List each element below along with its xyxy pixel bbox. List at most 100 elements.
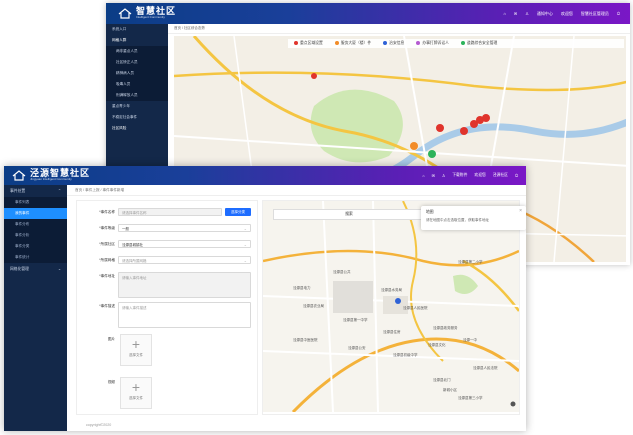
sidebar-subitem[interactable]: 事件统计: [4, 252, 67, 263]
back-header-link-3[interactable]: 智慧社区管理员: [581, 11, 609, 17]
poi-label: 泾源县水务局: [381, 287, 402, 292]
poi-label: 泾源县农业局: [303, 303, 324, 308]
bell-icon[interactable]: ✉: [514, 11, 517, 17]
form-row-community: *所属社区 泾源县城镇社 ⌄: [77, 239, 257, 249]
poi-label: 泾源县电力: [293, 285, 311, 290]
legend-item[interactable]: 重点区域设置: [294, 41, 323, 46]
back-sidebar-subitem[interactable]: 两非重点人员: [106, 46, 168, 57]
community-select[interactable]: 泾源县城镇社 ⌄: [118, 240, 251, 248]
back-sidebar-item[interactable]: 重点青少年: [106, 101, 168, 112]
sidebar-group-label: 网格化管理: [10, 267, 29, 271]
poi-label: 泾源县第三小学: [458, 395, 483, 400]
back-sidebar-subitem[interactable]: 刑满释放人员: [106, 90, 168, 101]
field-label: *事件地址: [99, 274, 115, 278]
poi-label: 泾源县北门: [433, 377, 451, 382]
back-breadcrumb: 首页 / 社区综合态势: [168, 24, 630, 34]
map-info-popup: 地图 请在地图中点击选取位置，获取事件地址 ×: [421, 206, 526, 230]
back-sidebar-item[interactable]: 社区风险: [106, 123, 168, 134]
chevron-up-icon: ⌃: [57, 189, 61, 193]
form-row-grid: *所属网格 请选择所属网格 ⌄: [77, 255, 257, 265]
home-logo-icon: [118, 7, 132, 19]
event-form: *事件名称 请选择事件名称 选择分类 *事件等级 一般 ⌄ *所属社区 泾源县城镇…: [76, 200, 258, 415]
back-sidebar-subitem[interactable]: 精神病人员: [106, 68, 168, 79]
address-textarea[interactable]: 请输入事件地址: [118, 272, 251, 298]
form-row-description: *事件描述 请输入事件描述: [77, 301, 257, 328]
poi-label: 泾源县政务服务: [433, 325, 458, 330]
bell-icon[interactable]: ✉: [432, 173, 435, 178]
legend-item[interactable]: 办事打牌诉讼人: [416, 41, 449, 46]
back-sidebar-item[interactable]: 系统入口: [106, 24, 168, 35]
sidebar-subitem[interactable]: 事件分类: [4, 241, 67, 252]
back-sidebar-subitem[interactable]: 吸毒人员: [106, 79, 168, 90]
power-icon[interactable]: ⏻: [515, 174, 518, 178]
back-header: 智慧社区 Intelligent Community ⌂ ✉ ♙ 通知中心 欢迎…: [106, 3, 630, 24]
field-label: *所属社区: [99, 242, 115, 246]
sidebar-group-grid[interactable]: 网格化管理 ⌄: [4, 263, 67, 275]
event-level-select[interactable]: 一般 ⌄: [118, 224, 251, 232]
user-icon[interactable]: ♙: [525, 11, 529, 17]
poi-label: 泾源县第二小学: [458, 259, 483, 264]
form-row-event-name: *事件名称 请选择事件名称 选择分类: [77, 207, 257, 217]
field-label: 视频: [107, 380, 115, 384]
upload-label: 选择文件: [129, 353, 143, 357]
plus-icon: +: [131, 379, 141, 395]
video-upload[interactable]: + 选择文件: [120, 377, 152, 409]
chevron-down-icon: ⌄: [57, 267, 61, 271]
sidebar-subitem[interactable]: 事件列表: [4, 197, 67, 208]
location-map-canvas[interactable]: 泾源县公共 泾源县电力 泾源县水务局 泾源县人民医院 泾源县第一中学 泾源县政务…: [262, 200, 521, 414]
plus-icon: +: [131, 336, 141, 352]
front-logo: 泾源智慧社区 Jingyuan Intelligent Community: [12, 169, 90, 181]
locate-icon: [510, 401, 516, 407]
back-sidebar-item[interactable]: 网格人群: [106, 35, 168, 46]
form-row-event-level: *事件等级 一般 ⌄: [77, 223, 257, 233]
legend-item[interactable]: 治安信息: [383, 41, 404, 46]
copyright: copyright©2020: [86, 423, 112, 427]
field-label: *事件等级: [99, 226, 115, 230]
poi-label: 泾源县人民医院: [403, 305, 428, 310]
front-window: 泾源智慧社区 Jingyuan Intelligent Community ⌂ …: [4, 166, 526, 431]
home-icon[interactable]: ⌂: [503, 11, 505, 17]
sidebar-subitem[interactable]: 事件分布: [4, 219, 67, 230]
sidebar-subitem-active[interactable]: 我的事件: [4, 208, 67, 219]
back-header-link-2: 欢迎您: [560, 11, 573, 16]
poi-label: 泾源一中: [463, 337, 477, 342]
field-label: *事件描述: [99, 304, 115, 308]
poi-label: 泾源县公安: [348, 345, 366, 350]
user-icon[interactable]: ♙: [442, 173, 445, 178]
back-header-link-1[interactable]: 通知中心: [537, 11, 553, 17]
poi-label: 泾源县公共: [333, 269, 351, 274]
power-icon[interactable]: ⏻: [617, 11, 620, 17]
select-category-button[interactable]: 选择分类: [225, 208, 251, 216]
form-row-video: 视频: [77, 377, 257, 387]
legend-item[interactable]: 服务大厦（楼）件: [334, 41, 371, 46]
sidebar-subitem[interactable]: 事件分析: [4, 230, 67, 241]
sidebar-group-event[interactable]: 事件处置 ⌃: [4, 185, 67, 197]
front-header-link-3[interactable]: 泾源社区: [493, 173, 508, 178]
legend-item[interactable]: 道路综合安全管理: [460, 41, 497, 46]
poi-label: 泾源县中医医院: [293, 337, 318, 342]
front-header-link-1[interactable]: 下载附件: [452, 173, 467, 178]
back-sidebar-item[interactable]: 不稳定社会事件: [106, 112, 168, 123]
back-logo: 智慧社区 Intelligent Community: [118, 7, 176, 19]
back-map-legend: 重点区域设置 服务大厦（楼）件 治安信息 办事打牌诉讼人 道路综合安全管理: [288, 39, 624, 48]
image-upload[interactable]: + 选择文件: [120, 334, 152, 366]
map-search-input[interactable]: 搜索: [273, 209, 425, 220]
front-header-link-2: 欢迎您: [474, 173, 486, 177]
chevron-down-icon: ⌄: [243, 226, 247, 231]
back-sidebar-subitem[interactable]: 社区矫正人员: [106, 57, 168, 68]
front-header-tools: ⌂ ✉ ♙ 下载附件 欢迎您 泾源社区 ⏻: [422, 173, 518, 178]
front-header: 泾源智慧社区 Jingyuan Intelligent Community ⌂ …: [4, 166, 526, 185]
field-label: *事件名称: [99, 210, 115, 214]
close-icon[interactable]: ×: [519, 208, 522, 214]
poi-label: 泾源县人民法院: [473, 365, 498, 370]
event-name-input[interactable]: 请选择事件名称: [118, 208, 222, 216]
field-label: 图片: [107, 337, 115, 341]
front-logo-subtitle: Jingyuan Intelligent Community: [30, 177, 72, 181]
grid-select[interactable]: 请选择所属网格 ⌄: [118, 256, 251, 264]
description-textarea[interactable]: 请输入事件描述: [118, 302, 251, 328]
poi-label: 泾源县初级中学: [393, 352, 418, 357]
sidebar-group-label: 事件处置: [10, 189, 26, 193]
home-icon[interactable]: ⌂: [422, 174, 424, 178]
form-row-image: 图片: [77, 334, 257, 344]
location-map[interactable]: 泾源县公共 泾源县电力 泾源县水务局 泾源县人民医院 泾源县第一中学 泾源县政务…: [262, 200, 526, 415]
